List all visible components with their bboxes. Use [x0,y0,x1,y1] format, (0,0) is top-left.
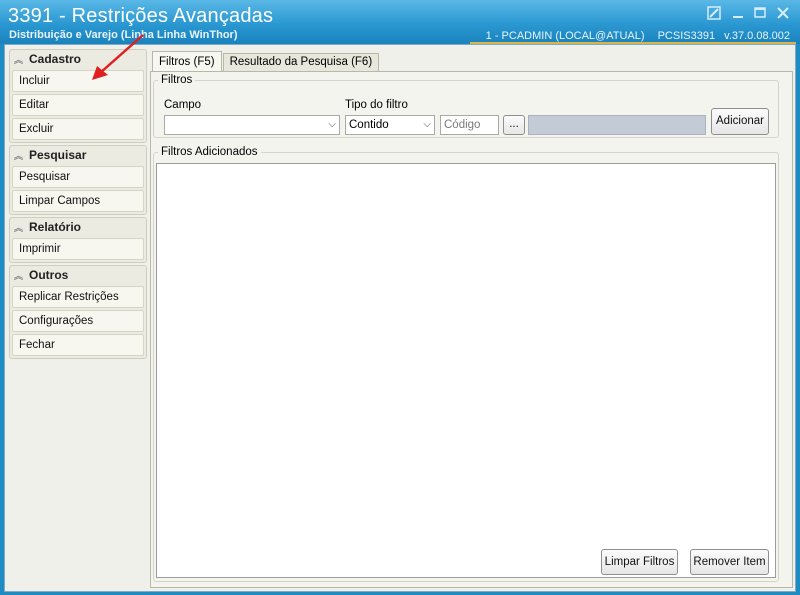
filtros-adicionados-list[interactable] [156,163,776,578]
fechar-button[interactable]: Fechar [12,334,144,356]
chevron-up-icon: ︽ [14,55,24,66]
group-title: Pesquisar [29,148,87,162]
campo-label: Campo [164,99,202,111]
configuracoes-button[interactable]: Configurações [12,310,144,332]
chevron-up-icon: ︽ [14,271,24,282]
campo-select[interactable]: ⌵ [164,115,340,135]
action-sidebar: ︽ Cadastro Incluir Editar Excluir ︽ Pesq… [9,49,147,361]
group-header-relatorio[interactable]: ︽ Relatório [10,218,146,236]
maximize-icon[interactable] [752,6,768,20]
title-bar: 3391 - Restrições Avançadas Distribuição… [0,0,800,44]
imprimir-button[interactable]: Imprimir [12,238,144,260]
window-title: 3391 - Restrições Avançadas [8,5,274,27]
browse-button[interactable]: ... [503,115,525,135]
restore-edit-icon[interactable] [706,6,722,20]
editar-button[interactable]: Editar [12,94,144,116]
pesquisar-button[interactable]: Pesquisar [12,166,144,188]
tab-strip: Filtros (F5) Resultado da Pesquisa (F6) [152,51,380,72]
excluir-button[interactable]: Excluir [12,118,144,140]
tipo-filtro-select[interactable]: Contido ⌵ [345,115,435,135]
group-header-cadastro[interactable]: ︽ Cadastro [10,50,146,68]
group-header-outros[interactable]: ︽ Outros [10,266,146,284]
chevron-up-icon: ︽ [14,223,24,234]
filtros-adicionados-title: Filtros Adicionados [158,146,261,158]
routine-label: PCSIS3391 [657,30,716,42]
tipo-filtro-label: Tipo do filtro [345,99,408,111]
group-cadastro: ︽ Cadastro Incluir Editar Excluir [9,49,147,143]
replicar-restricoes-button[interactable]: Replicar Restrições [12,286,144,308]
group-outros: ︽ Outros Replicar Restrições Configuraçõ… [9,265,147,359]
session-info: 1 - PCADMIN (LOCAL@ATUAL) PCSIS3391 v.37… [476,30,790,42]
group-pesquisar: ︽ Pesquisar Pesquisar Limpar Campos [9,145,147,215]
group-title: Cadastro [29,52,82,66]
user-label: 1 - PCADMIN (LOCAL@ATUAL) [485,30,645,42]
tab-filtros[interactable]: Filtros (F5) [152,51,222,71]
group-title: Outros [29,268,69,282]
description-display [528,115,706,135]
filtros-group-title: Filtros [158,74,196,86]
codigo-input[interactable]: Código [440,115,499,135]
limpar-campos-button[interactable]: Limpar Campos [12,190,144,212]
chevron-down-icon: ⌵ [423,119,431,130]
incluir-button[interactable]: Incluir [12,70,144,92]
group-title: Relatório [29,220,82,234]
window-subtitle: Distribuição e Varejo (Linha Linha WinTh… [9,29,238,41]
chevron-up-icon: ︽ [14,151,24,162]
group-header-pesquisar[interactable]: ︽ Pesquisar [10,146,146,164]
tab-resultado-pesquisa[interactable]: Resultado da Pesquisa (F6) [222,53,380,71]
limpar-filtros-button[interactable]: Limpar Filtros [601,549,678,575]
adicionar-button[interactable]: Adicionar [711,108,769,135]
remover-item-button[interactable]: Remover Item [690,549,769,575]
minimize-icon[interactable] [730,6,746,20]
version-label: v.37.0.08.002 [724,30,790,42]
chevron-down-icon: ⌵ [328,119,336,130]
group-relatorio: ︽ Relatório Imprimir [9,217,147,263]
tipo-filtro-value: Contido [349,119,389,131]
close-icon[interactable] [775,6,791,20]
